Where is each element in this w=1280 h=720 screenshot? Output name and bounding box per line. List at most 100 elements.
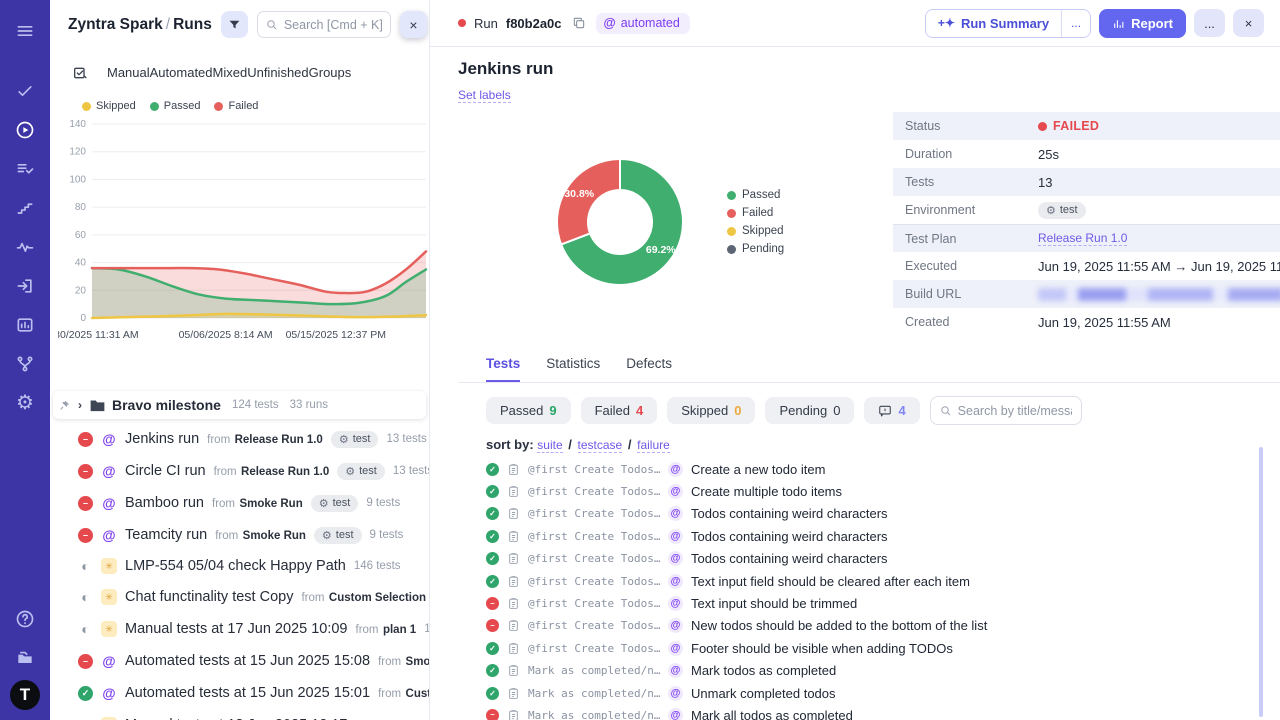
reports-nav-icon[interactable] [8,308,42,342]
run-type-icon [101,464,117,479]
analytics-nav-icon[interactable] [8,230,42,264]
test-row[interactable]: @first Create Todos… Todos containing we… [486,548,1280,570]
test-title: Todos containing weird characters [691,506,888,521]
run-list-item[interactable]: Bamboo run from Smoke Run ⚙test 9 tests [50,487,429,519]
runs-search[interactable] [257,11,391,38]
tab-statistics[interactable]: Statistics [546,356,600,382]
filter-comments-button[interactable]: 4 [864,397,919,424]
test-row[interactable]: @first Create Todos… Footer should be vi… [486,637,1280,659]
sort-by-failure-link[interactable]: failure [637,438,670,453]
run-summary-button[interactable]: +✦Run Summary [926,10,1061,37]
plans-nav-icon[interactable] [8,152,42,186]
close-run-button[interactable]: × [1233,9,1264,37]
run-plan-name: Custom Selection [406,688,430,700]
svg-text:05/06/2025 8:14 AM: 05/06/2025 8:14 AM [179,329,273,341]
runs-tab[interactable]: Manual [107,65,150,80]
projects-folder-icon[interactable] [8,641,42,675]
sort-by-suite-link[interactable]: suite [537,438,562,453]
run-list-item[interactable]: Chat functinality test Copy from Custom … [50,581,429,613]
trend-legend-item[interactable]: Failed [214,100,258,112]
import-nav-icon[interactable] [8,269,42,303]
help-icon[interactable] [8,602,42,636]
test-title: Text input field should be cleared after… [691,574,970,589]
run-list-item[interactable]: Teamcity run from Smoke Run ⚙test 9 test… [50,519,429,551]
set-labels-link[interactable]: Set labels [458,88,511,103]
detail-row-status: Status FAILED [893,112,1280,140]
panel-close-button[interactable]: × [400,11,427,38]
test-row[interactable]: @first Create Todos… Todos containing we… [486,525,1280,547]
tests-scrollbar[interactable] [1259,447,1263,717]
menu-icon[interactable] [8,14,42,48]
run-list-item[interactable]: LMP-554 05/04 check Happy Path 146 tests [50,551,429,581]
test-row[interactable]: @first Create Todos… Create a new todo i… [486,458,1280,480]
test-row[interactable]: @first Create Todos… New todos should be… [486,615,1280,637]
test-row[interactable]: @first Create Todos… Text input field sh… [486,570,1280,592]
milestone-row[interactable]: › Bravo milestone 124 tests 33 runs [53,391,426,419]
run-name: Teamcity run [125,527,207,543]
runs-tab[interactable]: Mixed [213,65,248,80]
automated-badge: @automated [596,13,690,34]
tests-search-input[interactable] [958,404,1072,418]
tab-defects[interactable]: Defects [626,356,672,382]
chevron-right-icon[interactable]: › [77,398,83,412]
filter-skipped-button[interactable]: Skipped0 [667,397,755,424]
test-row[interactable]: @first Create Todos… Text input should b… [486,592,1280,614]
run-tests-count: 9 tests [370,529,404,541]
copy-run-id-button[interactable] [570,14,588,32]
run-list-item[interactable]: Manual tests at 13 Jun 2025 12:17 from C… [50,709,429,720]
environment-badge: ⚙test [1038,202,1086,219]
report-button[interactable]: Report [1099,9,1186,38]
select-runs-icon[interactable] [72,65,88,81]
settings-gear-icon[interactable]: ⚙ [8,386,42,420]
tests-search[interactable] [930,396,1082,425]
test-row[interactable]: Mark as completed/n… Mark todos as compl… [486,660,1280,682]
test-row[interactable]: Mark as completed/n… Mark all todos as c… [486,704,1280,720]
filter-passed-button[interactable]: Passed9 [486,397,571,424]
run-type-icon [101,496,117,511]
legend-label: Failed [228,100,258,112]
runs-tab[interactable]: Unfinished [247,65,308,80]
trend-legend-item[interactable]: Skipped [82,100,136,112]
run-detail-tabs: Tests Statistics Defects [458,338,1280,383]
filter-button[interactable] [221,11,248,38]
run-name: LMP-554 05/04 check Happy Path [125,558,346,574]
run-tests-count: 13 tests [386,433,426,445]
test-status-icon [486,575,499,588]
milestones-nav-icon[interactable] [8,191,42,225]
test-row[interactable]: @first Create Todos… Todos containing we… [486,503,1280,525]
more-actions-button[interactable]: ... [1194,9,1225,37]
run-status-icon [78,464,93,479]
app-window: ⚙ T Zyntra Spark/Runs × ManualAutomatedM… [0,0,1280,720]
filter-failed-button[interactable]: Failed4 [581,397,658,424]
test-title: Create a new todo item [691,462,825,477]
tests-nav-icon[interactable] [8,74,42,108]
filter-pending-button[interactable]: Pending0 [765,397,854,424]
runs-tab[interactable]: Automated [150,65,213,80]
milestone-tests-count: 124 tests [232,399,279,411]
automated-icon [668,641,683,656]
run-list-item[interactable]: Jenkins run from Release Run 1.0 ⚙test 1… [50,423,429,455]
run-from-label: from [212,498,235,510]
sort-by-testcase-link[interactable]: testcase [578,438,623,453]
automated-icon [668,529,683,544]
runs-tab[interactable]: Groups [309,65,352,80]
test-suite-path: @first Create Todos… [528,552,660,565]
tab-tests[interactable]: Tests [486,356,520,382]
test-plan-link[interactable]: Release Run 1.0 [1038,231,1127,246]
run-type-icon [101,686,117,701]
test-row[interactable]: @first Create Todos… Create multiple tod… [486,480,1280,502]
trend-legend-item[interactable]: Passed [150,100,201,112]
run-detail-header: Run f80b2a0c @automated +✦Run Summary ..… [430,0,1280,47]
app-logo[interactable]: T [10,680,40,710]
run-list-item[interactable]: Circle CI run from Release Run 1.0 ⚙test… [50,455,429,487]
runs-search-input[interactable] [284,18,382,32]
run-list-item[interactable]: Automated tests at 15 Jun 2025 15:08 fro… [50,645,429,677]
automated-icon [668,708,683,720]
run-list-item[interactable]: Manual tests at 17 Jun 2025 10:09 from p… [50,613,429,645]
run-summary-more-button[interactable]: ... [1061,10,1090,37]
pipelines-nav-icon[interactable] [8,347,42,381]
clipboard-icon [507,507,520,520]
runs-nav-icon[interactable] [8,113,42,147]
test-row[interactable]: Mark as completed/n… Unmark completed to… [486,682,1280,704]
run-list-item[interactable]: Automated tests at 15 Jun 2025 15:01 fro… [50,677,429,709]
